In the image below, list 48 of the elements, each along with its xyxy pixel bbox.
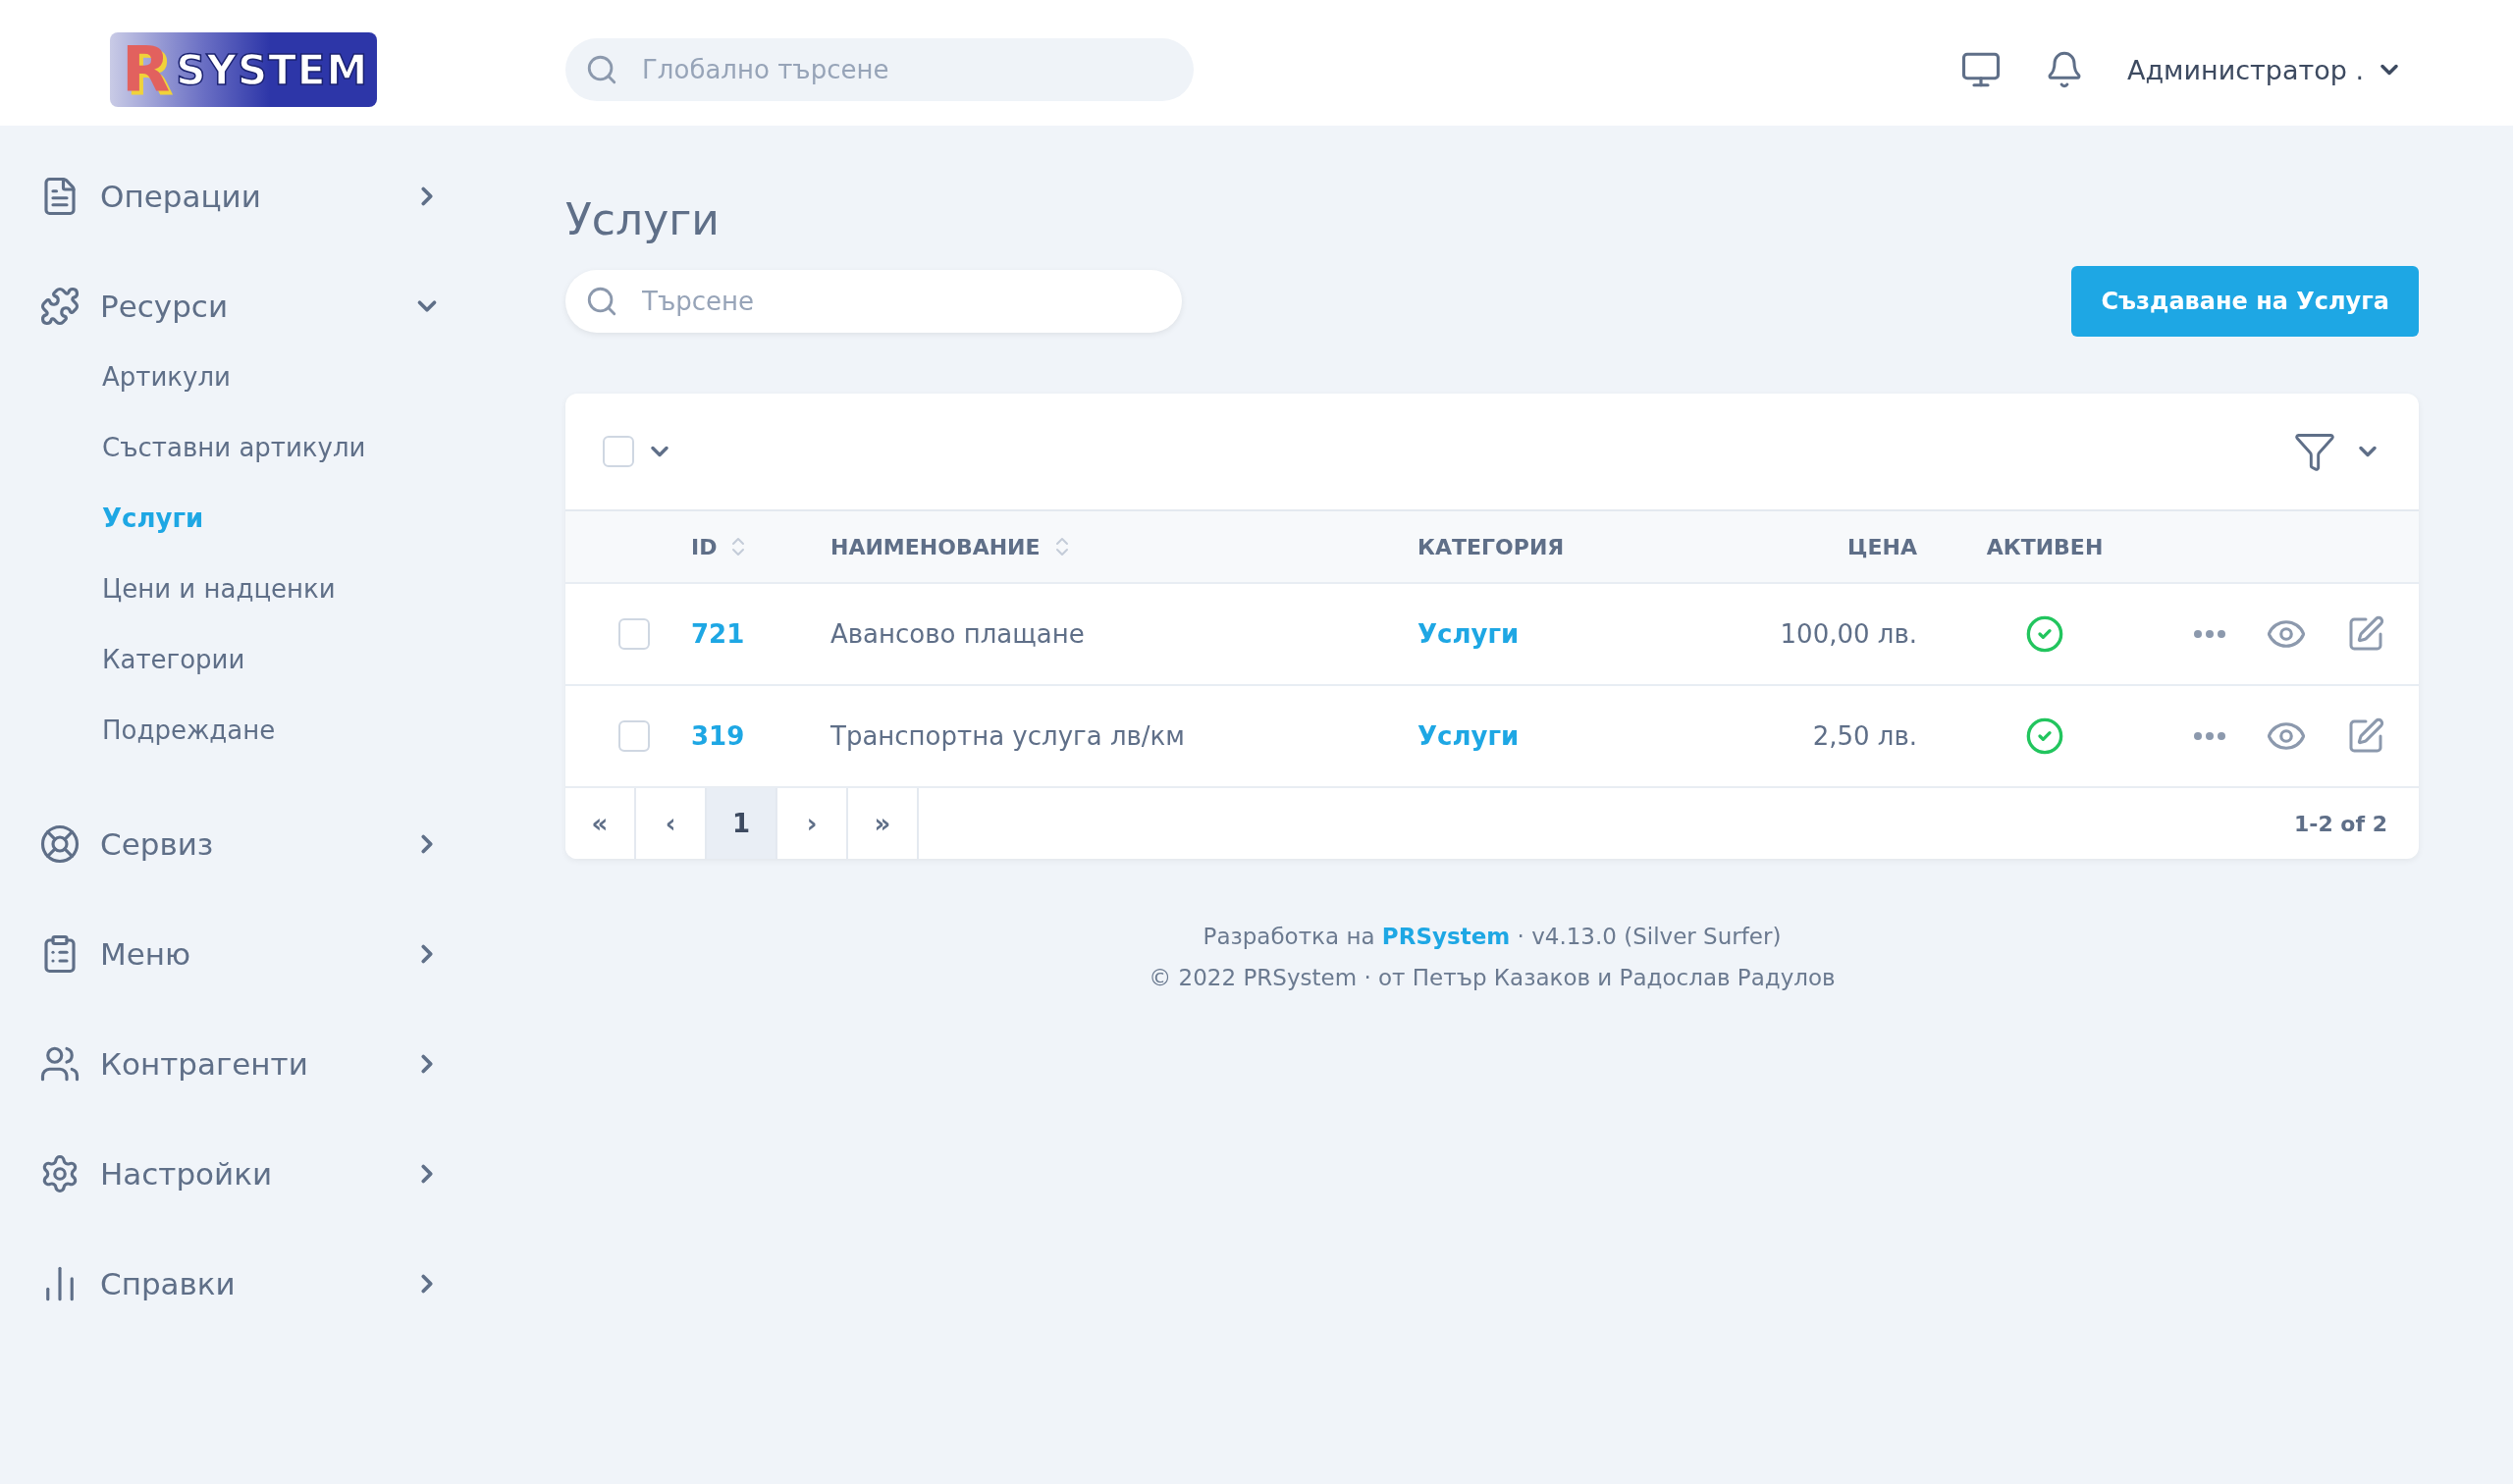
footer-copyright: © 2022 PRSystem · от Петър Казаков и Радослав Радулов	[1149, 965, 1836, 990]
logo: R SYSTEM	[110, 32, 377, 107]
sidebar-item[interactable]: Сервиз	[39, 805, 442, 883]
global-search-field[interactable]: Глобално търсене	[565, 38, 1194, 101]
id-link[interactable]: 721	[691, 619, 745, 649]
sidebar-subitem[interactable]: Цени и надценки	[39, 554, 491, 624]
page-button[interactable]: 1	[707, 788, 777, 859]
category-link[interactable]: Услуги	[1417, 721, 1520, 751]
sidebar-item[interactable]: Контрагенти	[39, 1025, 442, 1103]
column-header: КАТЕГОРИЯ	[1417, 534, 1566, 559]
page-title: Услуги	[565, 194, 721, 244]
select-all-checkbox[interactable]	[603, 436, 634, 467]
puzzle-icon	[39, 286, 80, 327]
prsystem-link[interactable]: PRSystem	[1381, 924, 1511, 949]
sidebar-subitem[interactable]: Категории	[39, 624, 491, 695]
footer-credit: Разработка на PRSystem · v4.13.0 (Silver Surfer)	[1203, 924, 1782, 949]
search-icon	[585, 285, 618, 318]
sidebar-subitem[interactable]: Съставни артикули	[39, 412, 491, 483]
row-checkbox[interactable]	[618, 618, 650, 650]
sidebar-item[interactable]: Справки	[39, 1245, 442, 1323]
ellipsis-icon	[2193, 629, 2226, 639]
page-button[interactable]: «	[565, 788, 636, 859]
table-cell: Авансово плащане	[830, 619, 1085, 649]
page-button[interactable]: »	[848, 788, 919, 859]
ellipsis-icon	[2193, 731, 2226, 741]
column-header[interactable]: НАИМЕНОВАНИЕ	[830, 534, 1417, 559]
column-header[interactable]: ID	[691, 534, 830, 559]
sidebar-item[interactable]: Настройки	[39, 1135, 442, 1213]
create-button[interactable]: Създаване на Услуга	[2071, 266, 2419, 337]
record-count: 1-2 of 2	[2293, 811, 2388, 836]
sidebar-item[interactable]: Меню	[39, 915, 442, 993]
sidebar-item[interactable]: Операции	[39, 157, 442, 236]
table-cell: 2,50 лв.	[1812, 721, 1917, 751]
search-field[interactable]: Търсене	[565, 270, 1182, 333]
table-cell: Транспортна услуга лв/км	[830, 721, 1185, 751]
lifebuoy-icon	[39, 823, 80, 865]
row-checkbox[interactable]	[618, 720, 650, 752]
sidebar-subitem[interactable]: Услуги	[39, 483, 491, 554]
user-menu-button[interactable]: Администратор .	[2126, 54, 2403, 85]
page-button[interactable]: ‹	[636, 788, 707, 859]
sidebar-subitem[interactable]: Подреждане	[39, 695, 491, 766]
page-button[interactable]: ›	[777, 788, 848, 859]
category-link[interactable]: Услуги	[1417, 619, 1520, 649]
table-cell: 100,00 лв.	[1780, 619, 1917, 649]
search-icon	[585, 53, 618, 86]
column-header: ЦЕНА	[1846, 534, 1917, 559]
column-header: АКТИВЕН	[1985, 534, 2105, 559]
id-link[interactable]: 319	[691, 721, 745, 751]
